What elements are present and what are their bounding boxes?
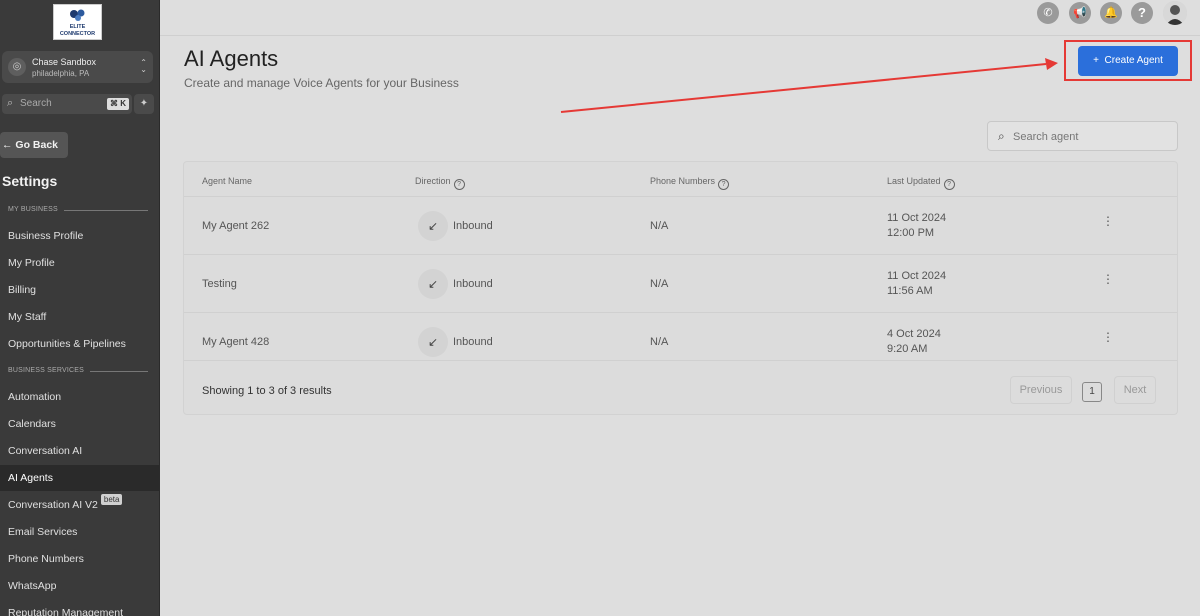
beta-badge: beta	[100, 494, 123, 505]
search-agent-placeholder: Search agent	[1013, 131, 1079, 143]
inbound-arrow-icon: ↙	[418, 211, 448, 241]
quick-action-bolt-icon[interactable]: ✦	[134, 94, 154, 114]
agent-updated-date: 11 Oct 2024	[887, 270, 947, 282]
search-icon: ⌕	[7, 97, 14, 109]
header-phone-numbers-label: Phone Numbers	[650, 176, 716, 186]
header-direction-label: Direction	[415, 176, 451, 186]
plus-icon: +	[1093, 55, 1099, 66]
agent-name[interactable]: Testing	[202, 278, 237, 290]
header-last-updated: Last Updated?	[887, 176, 955, 190]
results-summary: Showing 1 to 3 of 3 results	[202, 385, 332, 397]
nav-calendars[interactable]: Calendars	[0, 411, 159, 437]
nav-reputation-management[interactable]: Reputation Management	[0, 600, 159, 616]
agent-name[interactable]: My Agent 428	[202, 336, 269, 348]
top-bar: ✆ 📢 🔔 ?	[160, 0, 1200, 36]
annotation-highlight-box: + Create Agent	[1064, 40, 1192, 81]
agent-direction: Inbound	[453, 278, 493, 290]
nav-conversation-ai[interactable]: Conversation AI	[0, 438, 159, 464]
settings-heading: Settings	[2, 173, 58, 189]
agent-phone-numbers: N/A	[650, 336, 669, 348]
agent-phone-numbers: N/A	[650, 278, 669, 290]
header-last-updated-label: Last Updated	[887, 176, 941, 186]
sidebar-search-placeholder: Search	[20, 98, 52, 109]
nav-conversation-ai-v2[interactable]: Conversation AI V2 beta	[0, 492, 159, 518]
header-direction: Direction?	[415, 176, 465, 190]
nav-opportunities-pipelines[interactable]: Opportunities & Pipelines	[0, 331, 159, 357]
agent-updated-date: 11 Oct 2024	[887, 212, 947, 224]
more-vertical-icon[interactable]: ⋮	[1102, 273, 1114, 285]
create-agent-button[interactable]: + Create Agent	[1078, 46, 1178, 76]
agent-name[interactable]: My Agent 262	[202, 220, 269, 232]
sidebar-search-input[interactable]: ⌕ Search ⌘ K	[2, 94, 132, 114]
page-subtitle: Create and manage Voice Agents for your …	[184, 76, 459, 90]
nav-email-services[interactable]: Email Services	[0, 519, 159, 545]
go-back-label: Go Back	[15, 139, 59, 151]
search-icon: ⌕	[998, 129, 1005, 143]
bell-icon[interactable]: 🔔	[1100, 2, 1122, 24]
help-icon[interactable]: ?	[1131, 2, 1153, 24]
previous-page-button[interactable]: Previous	[1010, 376, 1072, 404]
sidebar: ELITE CONNECTOR ◎ Chase Sandbox philadel…	[0, 0, 160, 616]
agent-updated-time: 11:56 AM	[887, 285, 933, 297]
nav-business-profile[interactable]: Business Profile	[0, 223, 159, 249]
more-vertical-icon[interactable]: ⋮	[1102, 215, 1114, 227]
table-row[interactable]: My Agent 262 ↙ Inbound N/A 11 Oct 2024 1…	[184, 196, 1177, 254]
search-agent-input[interactable]: ⌕ Search agent	[987, 121, 1178, 151]
help-circle-icon[interactable]: ?	[718, 179, 730, 190]
section-business-services: BUSINESS SERVICES	[8, 367, 85, 374]
nav-whatsapp[interactable]: WhatsApp	[0, 573, 159, 599]
shortcut-badge: ⌘ K	[107, 98, 129, 110]
location-icon: ◎	[8, 58, 26, 76]
logo-text-line2: CONNECTOR	[59, 31, 96, 37]
inbound-arrow-icon: ↙	[418, 269, 448, 299]
header-phone-numbers: Phone Numbers?	[650, 176, 730, 190]
chevron-updown-icon: ⌃ ⌄	[140, 58, 147, 74]
nav-ai-agents[interactable]: AI Agents	[0, 465, 159, 491]
create-agent-label: Create Agent	[1104, 55, 1163, 66]
nav-phone-numbers[interactable]: Phone Numbers	[0, 546, 159, 572]
user-avatar[interactable]	[1163, 1, 1187, 25]
account-location: philadelphia, PA	[32, 69, 90, 78]
user-avatar-image	[1163, 1, 1187, 25]
agent-direction: Inbound	[453, 220, 493, 232]
section-my-business: MY BUSINESS	[8, 206, 58, 213]
help-circle-icon[interactable]: ?	[943, 179, 955, 190]
page-title: AI Agents	[184, 46, 279, 71]
header-agent-name: Agent Name	[202, 176, 253, 186]
nav-billing[interactable]: Billing	[0, 277, 159, 303]
current-page-button[interactable]: 1	[1082, 382, 1102, 402]
section-divider	[64, 210, 148, 211]
agent-direction: Inbound	[453, 336, 493, 348]
nav-my-staff[interactable]: My Staff	[0, 304, 159, 330]
account-name: Chase Sandbox	[32, 57, 97, 67]
nav-conversation-ai-v2-label: Conversation AI V2	[8, 499, 98, 511]
inbound-arrow-icon: ↙	[418, 327, 448, 357]
table-row[interactable]: Testing ↙ Inbound N/A 11 Oct 2024 11:56 …	[184, 254, 1177, 312]
section-divider	[90, 371, 148, 372]
agent-updated-date: 4 Oct 2024	[887, 328, 941, 340]
nav-my-profile[interactable]: My Profile	[0, 250, 159, 276]
help-circle-icon[interactable]: ?	[453, 179, 465, 190]
agents-table: Agent Name Direction? Phone Numbers? Las…	[183, 161, 1178, 415]
account-switcher[interactable]: ◎ Chase Sandbox philadelphia, PA ⌃ ⌄	[2, 51, 153, 83]
go-back-button[interactable]: ← Go Back	[0, 132, 68, 158]
table-footer: Showing 1 to 3 of 3 results Previous 1 N…	[184, 360, 1177, 415]
logo-mark-icon	[70, 9, 85, 21]
next-page-button[interactable]: Next	[1114, 376, 1156, 404]
agent-phone-numbers: N/A	[650, 220, 669, 232]
more-vertical-icon[interactable]: ⋮	[1102, 331, 1114, 343]
arrow-left-icon: ←	[2, 139, 13, 151]
agent-updated-time: 9:20 AM	[887, 343, 928, 355]
agent-updated-time: 12:00 PM	[887, 227, 935, 239]
megaphone-icon[interactable]: 📢	[1069, 2, 1091, 24]
logo-text-line1: ELITE	[69, 24, 86, 30]
phone-icon[interactable]: ✆	[1037, 2, 1059, 24]
company-logo[interactable]: ELITE CONNECTOR	[53, 4, 102, 40]
nav-automation[interactable]: Automation	[0, 384, 159, 410]
